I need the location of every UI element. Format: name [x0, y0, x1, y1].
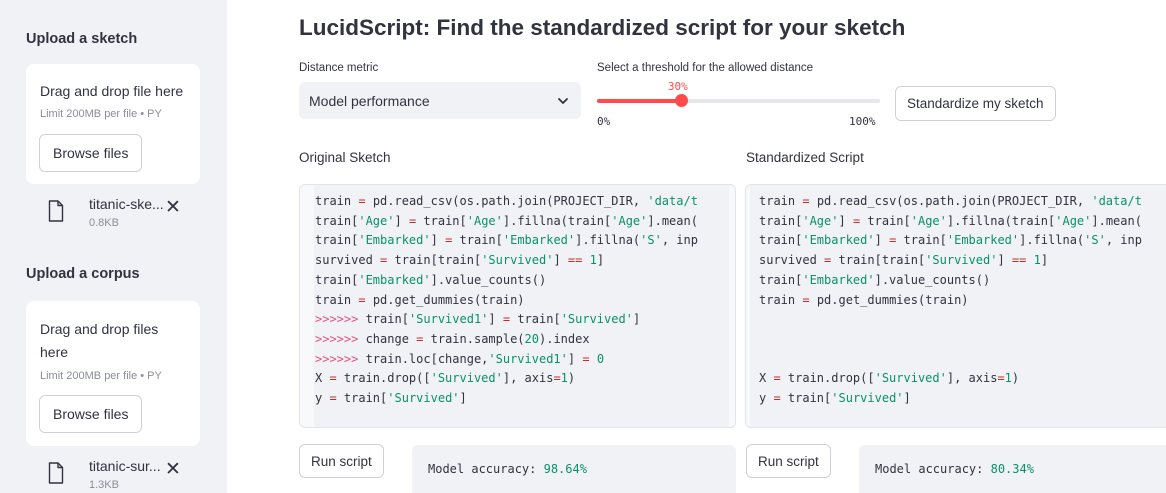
chevron-down-icon: [558, 98, 568, 104]
corpus-dropzone-title: Drag and drop files: [40, 321, 159, 337]
close-icon[interactable]: ✕: [165, 460, 181, 479]
original-code-line: y = train['Survived']: [315, 391, 467, 405]
file-icon: [48, 462, 64, 484]
sidebar: Upload a sketch Drag and drop file here …: [0, 0, 227, 493]
sketch-dropzone-limit: Limit 200MB per file • PY: [40, 108, 162, 120]
standardized-code-line: train = pd.read_csv(os.path.join(PROJECT…: [759, 194, 1142, 208]
original-result-box: Model accuracy: 98.64%: [412, 445, 736, 493]
original-code-line: >>>>>> train['Survived1'] = train['Survi…: [315, 312, 641, 327]
distance-metric-label: Distance metric: [299, 62, 379, 74]
threshold-slider-track[interactable]: [597, 99, 880, 103]
standardized-code-line: train['Embarked'] = train['Embarked'].fi…: [759, 233, 1142, 248]
threshold-min: 0%: [597, 115, 611, 128]
original-code-line: X = train.drop(['Survived'], axis=1): [315, 371, 576, 386]
corpus-dropzone-title-line2: here: [40, 344, 69, 360]
corpus-file-name: titanic-sur...: [89, 458, 161, 474]
upload-sketch-heading: Upload a sketch: [26, 31, 138, 47]
distance-metric-value: Model performance: [309, 93, 430, 109]
run-standardized-button[interactable]: Run script: [746, 444, 831, 478]
original-code-line: train['Embarked'] = train['Embarked'].fi…: [315, 233, 698, 248]
sketch-file-name: titanic-ske...: [89, 196, 164, 212]
close-icon[interactable]: ✕: [165, 198, 181, 217]
corpus-uploaded-file: titanic-sur... 1.3KB ✕: [48, 458, 198, 493]
original-code-line: train = pd.read_csv(os.path.join(PROJECT…: [315, 194, 698, 208]
original-accuracy: Model accuracy: 98.64%: [428, 462, 587, 476]
sketch-dropzone-title: Drag and drop file here: [40, 83, 184, 99]
corpus-file-size: 1.3KB: [89, 479, 119, 491]
sketch-browse-button[interactable]: Browse files: [39, 134, 143, 172]
file-icon: [48, 200, 64, 222]
upload-corpus-heading: Upload a corpus: [26, 266, 140, 282]
standardized-code-line: train['Embarked'].value_counts(): [759, 272, 991, 287]
threshold-slider-fill: [597, 99, 682, 103]
threshold-value: 30%: [667, 80, 688, 93]
standardized-code-line: train['Age'] = train['Age'].fillna(train…: [759, 213, 1142, 228]
sketch-file-size: 0.8KB: [89, 217, 119, 229]
standardized-code-line: y = train['Survived']: [759, 391, 911, 405]
standardized-code-line: train = pd.get_dummies(train): [759, 292, 969, 307]
standardize-button[interactable]: Standardize my sketch: [895, 86, 1056, 121]
standardized-result-box: Model accuracy: 80.34%: [859, 445, 1166, 493]
threshold-max: 100%: [849, 115, 876, 128]
standardized-code-line: X = train.drop(['Survived'], axis=1): [759, 371, 1020, 386]
standardized-script-label: Standardized Script: [746, 150, 864, 165]
accuracy-value: 80.34%: [990, 462, 1034, 476]
distance-metric-select[interactable]: Model performance: [299, 82, 581, 119]
page-title: LucidScript: Find the standardized scrip…: [299, 15, 906, 40]
accuracy-value: 98.64%: [543, 462, 587, 476]
threshold-label: Select a threshold for the allowed dista…: [597, 62, 814, 74]
original-code-line: train['Age'] = train['Age'].fillna(train…: [315, 213, 698, 228]
original-code-line: train['Embarked'].value_counts(): [315, 272, 547, 287]
standardized-code-panel[interactable]: train = pd.read_csv(os.path.join(PROJECT…: [745, 184, 1166, 428]
original-code-line: >>>>>> change = train.sample(20).index: [315, 331, 590, 346]
accuracy-label: Model accuracy:: [875, 462, 991, 476]
original-code-line: train = pd.get_dummies(train): [315, 292, 525, 307]
original-code-line: survived = train[train['Survived'] == 1]: [315, 253, 605, 268]
run-original-button[interactable]: Run script: [299, 444, 384, 478]
corpus-dropzone[interactable]: Drag and drop files here Limit 200MB per…: [26, 301, 200, 446]
standardized-code-line: survived = train[train['Survived'] == 1]: [759, 253, 1049, 268]
sketch-dropzone[interactable]: Drag and drop file here Limit 200MB per …: [26, 64, 200, 184]
threshold-slider-thumb[interactable]: [675, 94, 689, 107]
corpus-dropzone-limit: Limit 200MB per file • PY: [40, 370, 162, 382]
original-code-line: >>>>>> train.loc[change,'Survived1'] = 0: [315, 351, 605, 366]
standardized-accuracy: Model accuracy: 80.34%: [875, 462, 1034, 476]
accuracy-label: Model accuracy:: [428, 462, 544, 476]
original-sketch-label: Original Sketch: [299, 150, 391, 165]
sketch-uploaded-file: titanic-ske... 0.8KB ✕: [48, 196, 198, 236]
corpus-browse-button[interactable]: Browse files: [39, 395, 143, 433]
original-code-panel[interactable]: train = pd.read_csv(os.path.join(PROJECT…: [299, 184, 736, 428]
